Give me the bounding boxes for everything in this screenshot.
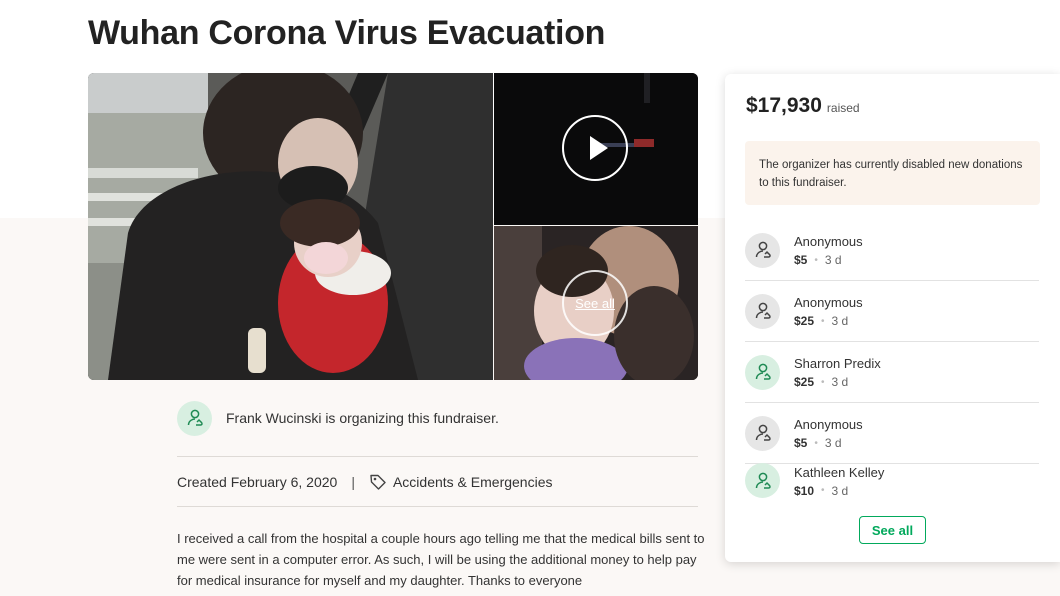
donation-amount: $5 xyxy=(794,436,808,450)
see-all-photos-link[interactable]: See all xyxy=(562,270,628,336)
donations-disabled-notice: The organizer has currently disabled new… xyxy=(745,141,1040,205)
category-link[interactable]: Accidents & Emergencies xyxy=(369,473,553,491)
see-all-donations-button[interactable]: See all xyxy=(859,516,926,544)
user-heart-icon xyxy=(745,463,780,498)
donation-amount: $5 xyxy=(794,253,808,267)
organizer-text: Frank Wucinski is organizing this fundra… xyxy=(226,410,499,426)
donation-amount: $25 xyxy=(794,314,815,328)
raised-summary: $17,930 raised xyxy=(746,94,860,118)
donor-name: Anonymous xyxy=(794,295,863,310)
separator-dot: • xyxy=(821,376,825,388)
user-heart-icon xyxy=(745,415,780,451)
donation-item: Anonymous $25 • 3 d xyxy=(745,281,1039,342)
raised-amount: $17,930 xyxy=(746,94,822,117)
donation-time: 3 d xyxy=(824,253,842,267)
main-photo[interactable] xyxy=(88,73,493,380)
donation-time: 3 d xyxy=(831,314,849,328)
campaign-meta: Created February 6, 2020 | Accidents & E… xyxy=(177,470,553,494)
donation-item: Kathleen Kelley $10 • 3 d xyxy=(745,450,1039,511)
created-date: Created February 6, 2020 xyxy=(177,474,338,490)
separator-dot: • xyxy=(821,485,825,496)
donation-item: Anonymous $5 • 3 d xyxy=(745,220,1039,281)
raised-label: raised xyxy=(826,101,860,115)
user-heart-icon xyxy=(745,232,780,268)
separator-dot: • xyxy=(821,315,825,327)
donation-amount: $25 xyxy=(794,375,815,389)
more-photos-tile[interactable]: See all xyxy=(494,226,698,380)
donation-time: 3 d xyxy=(824,436,842,450)
donor-name: Kathleen Kelley xyxy=(794,464,885,480)
donor-name: Sharron Predix xyxy=(794,356,881,371)
donor-name: Anonymous xyxy=(794,234,863,249)
user-heart-icon xyxy=(745,354,780,390)
separator-dot: • xyxy=(814,254,818,266)
page-title: Wuhan Corona Virus Evacuation xyxy=(88,14,606,52)
meta-separator: | xyxy=(351,474,355,490)
organizer-row: Frank Wucinski is organizing this fundra… xyxy=(177,400,499,436)
separator-dot: • xyxy=(814,437,818,449)
donor-name: Anonymous xyxy=(794,417,863,432)
donation-amount: $10 xyxy=(794,483,815,498)
category-label: Accidents & Emergencies xyxy=(392,474,553,490)
story-text: I received a call from the hospital a co… xyxy=(177,531,705,588)
donation-time: 3 d xyxy=(831,375,849,389)
user-heart-icon xyxy=(177,400,212,436)
divider xyxy=(177,456,698,457)
divider xyxy=(177,506,698,507)
tag-icon xyxy=(370,474,386,490)
donation-item: Sharron Predix $25 • 3 d xyxy=(745,342,1039,403)
user-heart-icon xyxy=(745,293,780,329)
donation-panel: $17,930 raised The organizer has current… xyxy=(725,74,1060,562)
donation-time: 3 d xyxy=(831,483,849,498)
video-thumbnail[interactable] xyxy=(494,73,698,225)
play-icon[interactable] xyxy=(562,115,628,181)
